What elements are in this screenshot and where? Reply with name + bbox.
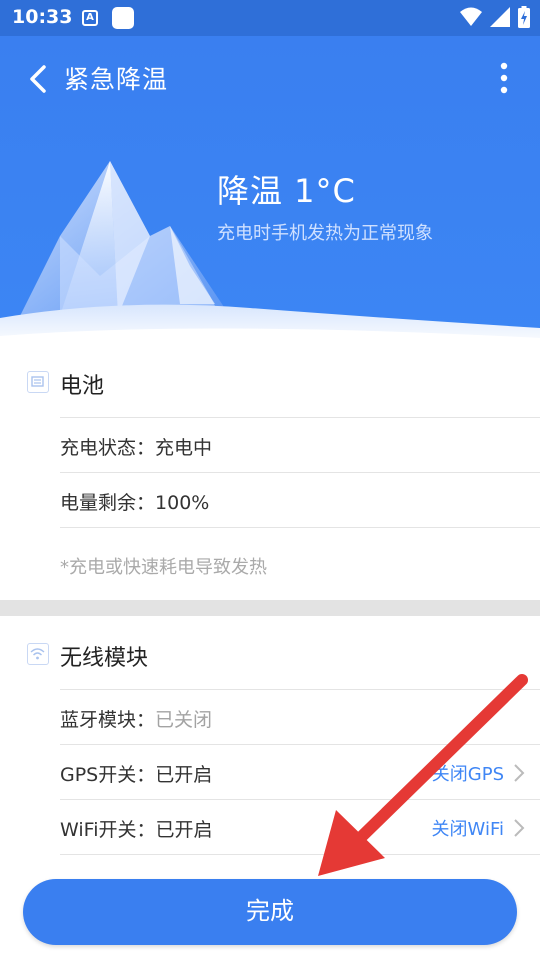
cooling-title: 降温 1°C — [217, 172, 356, 210]
signal-icon — [490, 7, 510, 27]
bluetooth-row: 蓝牙模块：已关闭 — [60, 689, 540, 744]
cooling-subtitle: 充电时手机发热为正常现象 — [217, 223, 433, 244]
battery-level-row: 电量剩余：100% — [60, 472, 540, 527]
chevron-right-icon[interactable] — [512, 763, 526, 783]
close-gps-link[interactable]: 关闭GPS — [432, 760, 504, 786]
notification-a-icon: A — [82, 10, 98, 26]
wireless-section-title: 无线模块 — [60, 646, 149, 671]
battery-charging-icon — [518, 6, 530, 28]
close-wifi-link[interactable]: 关闭WiFi — [432, 815, 504, 841]
notification-square-icon — [112, 7, 134, 29]
battery-section-icon — [27, 371, 49, 393]
back-arrow-icon[interactable] — [26, 64, 52, 94]
more-options-icon[interactable] — [494, 60, 514, 96]
page-title: 紧急降温 — [64, 65, 169, 94]
wifi-row: WiFi开关：已开启 关闭WiFi — [60, 799, 540, 854]
battery-section-title: 电池 — [60, 374, 105, 399]
heat-cause-note: *充电或快速耗电导致发热 — [60, 557, 267, 578]
battery-level-text: 电量剩余：100% — [60, 492, 210, 514]
gps-row: GPS开关：已开启 关闭GPS — [60, 744, 540, 799]
status-time: 10:33 — [12, 6, 73, 28]
status-bar: 10:33 A — [0, 0, 540, 36]
chevron-right-icon[interactable] — [512, 818, 526, 838]
wireless-section-icon — [27, 643, 49, 665]
done-button[interactable]: 完成 — [23, 879, 517, 945]
row-separator — [60, 854, 540, 855]
wifi-status-text: WiFi开关：已开启 — [60, 819, 213, 841]
bluetooth-status-text: 蓝牙模块：已关闭 — [60, 709, 213, 731]
gps-status-text: GPS开关：已开启 — [60, 764, 213, 786]
hero-header: 紧急降温 降温 1°C 充电时手机发热为正常现象 — [0, 36, 540, 348]
section-divider — [0, 600, 540, 616]
charging-status-row: 充电状态：充电中 — [60, 417, 540, 472]
wifi-icon — [460, 7, 482, 26]
charging-status-text: 充电状态：充电中 — [60, 437, 213, 459]
row-separator — [60, 527, 540, 528]
